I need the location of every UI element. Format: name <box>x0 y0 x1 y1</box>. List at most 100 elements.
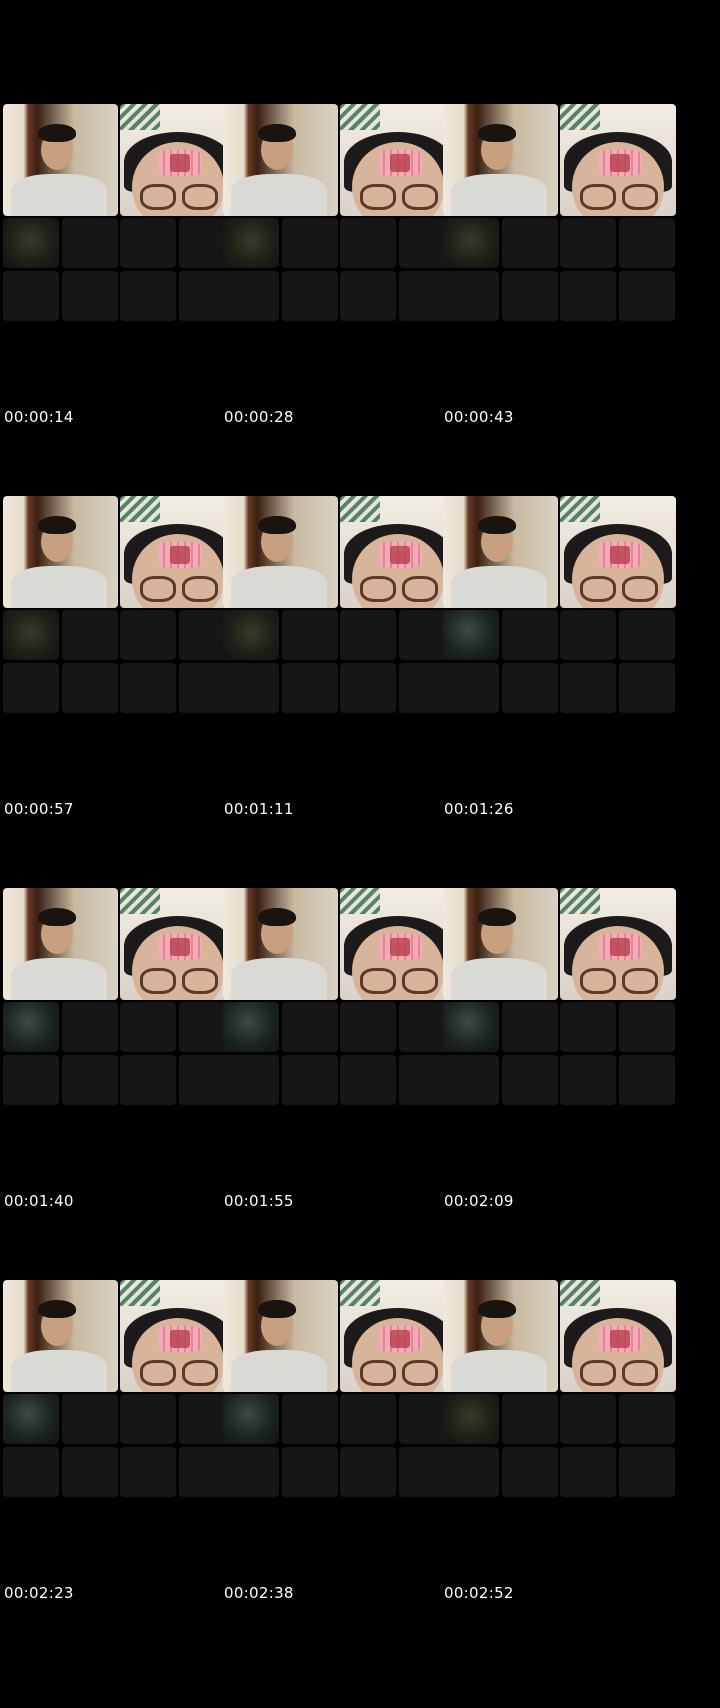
empty-participant-slot <box>223 1055 279 1105</box>
participant-video-tile <box>3 496 118 608</box>
participant-thumbnail <box>443 218 499 268</box>
empty-participant-slot <box>61 1394 118 1444</box>
empty-participant-slot <box>501 663 558 713</box>
empty-participant-slot <box>560 1394 616 1444</box>
frame-cell: 00:01:55 <box>220 784 456 1211</box>
empty-participant-slot <box>281 1447 338 1497</box>
video-call-grid <box>3 1280 236 1498</box>
empty-participant-slot <box>120 271 176 321</box>
empty-participant-slot <box>3 271 59 321</box>
participant-video-tile <box>340 888 456 1000</box>
face-filter-icon <box>598 934 642 960</box>
empty-participant-slot <box>340 1447 396 1497</box>
participant-video-tile <box>3 888 118 1000</box>
empty-participant-slot <box>120 1055 176 1105</box>
participant-video-tile <box>223 104 338 216</box>
frame-cell: 00:01:11 <box>220 392 456 819</box>
participant-thumbnail <box>3 1394 59 1444</box>
video-call-grid <box>223 496 456 714</box>
empty-participant-slot <box>443 1055 499 1105</box>
empty-participant-slot <box>61 1002 118 1052</box>
empty-participant-slot <box>501 610 558 660</box>
empty-participant-slot <box>443 271 499 321</box>
empty-participant-slot <box>223 663 279 713</box>
participant-thumbnail <box>443 610 499 660</box>
empty-participant-slot <box>443 663 499 713</box>
empty-participant-slot <box>560 271 616 321</box>
empty-participant-slot <box>120 1447 176 1497</box>
participant-thumbnail <box>223 1394 279 1444</box>
participant-video-tile <box>223 1280 338 1392</box>
video-call-grid <box>443 1280 676 1498</box>
participant-video-tile <box>443 496 558 608</box>
empty-participant-slot <box>281 218 338 268</box>
empty-participant-slot <box>340 610 396 660</box>
empty-participant-slot <box>501 1002 558 1052</box>
frame-timestamp: 00:02:23 <box>4 1584 74 1602</box>
empty-participant-slot <box>120 218 176 268</box>
empty-participant-slot <box>443 1447 499 1497</box>
video-call-grid <box>3 104 236 322</box>
video-call-grid <box>3 496 236 714</box>
empty-participant-slot <box>120 1394 176 1444</box>
frame-cell: 00:02:23 <box>0 1176 236 1603</box>
empty-participant-slot <box>501 1055 558 1105</box>
empty-participant-slot <box>61 218 118 268</box>
video-call-grid <box>443 496 676 714</box>
frame-timestamp: 00:02:52 <box>444 1584 514 1602</box>
empty-participant-slot <box>281 271 338 321</box>
participant-thumbnail <box>3 610 59 660</box>
participant-thumbnail <box>223 610 279 660</box>
empty-participant-slot <box>618 663 675 713</box>
participant-video-tile <box>340 1280 456 1392</box>
empty-participant-slot <box>281 1055 338 1105</box>
face-filter-icon <box>158 542 202 568</box>
empty-participant-slot <box>560 663 616 713</box>
participant-video-tile <box>443 888 558 1000</box>
frame-timestamp: 00:02:38 <box>224 1584 294 1602</box>
empty-participant-slot <box>501 1394 558 1444</box>
participant-thumbnail <box>443 1002 499 1052</box>
empty-participant-slot <box>340 1055 396 1105</box>
empty-participant-slot <box>281 1394 338 1444</box>
participant-video-tile <box>3 1280 118 1392</box>
empty-participant-slot <box>120 610 176 660</box>
frame-cell: 00:01:26 <box>440 392 676 819</box>
empty-participant-slot <box>618 1002 675 1052</box>
empty-participant-slot <box>281 1002 338 1052</box>
participant-video-tile <box>560 496 676 608</box>
participant-video-tile <box>560 1280 676 1392</box>
participant-video-tile <box>120 104 236 216</box>
empty-participant-slot <box>3 663 59 713</box>
empty-participant-slot <box>618 610 675 660</box>
empty-participant-slot <box>560 610 616 660</box>
video-call-grid <box>443 888 676 1106</box>
face-filter-icon <box>378 1326 422 1352</box>
participant-video-tile <box>560 888 676 1000</box>
empty-participant-slot <box>340 271 396 321</box>
frame-cell: 00:01:40 <box>0 784 236 1211</box>
frame-cell: 00:00:28 <box>220 0 456 427</box>
participant-thumbnail <box>223 1002 279 1052</box>
participant-thumbnail <box>3 218 59 268</box>
empty-participant-slot <box>560 218 616 268</box>
empty-participant-slot <box>61 271 118 321</box>
participant-video-tile <box>443 104 558 216</box>
participant-video-tile <box>223 496 338 608</box>
empty-participant-slot <box>281 610 338 660</box>
empty-participant-slot <box>560 1055 616 1105</box>
frame-cell: 00:00:14 <box>0 0 236 427</box>
contact-sheet: { "frames": [ {"timestamp": "00:00:14", … <box>0 0 720 1708</box>
empty-participant-slot <box>618 1394 675 1444</box>
video-call-grid <box>223 104 456 322</box>
empty-participant-slot <box>61 1055 118 1105</box>
face-filter-icon <box>598 1326 642 1352</box>
participant-thumbnail <box>443 1394 499 1444</box>
participant-thumbnail <box>3 1002 59 1052</box>
participant-video-tile <box>120 496 236 608</box>
empty-participant-slot <box>3 1447 59 1497</box>
frame-cell: 00:00:43 <box>440 0 676 427</box>
frame-cell: 00:00:57 <box>0 392 236 819</box>
participant-video-tile <box>3 104 118 216</box>
face-filter-icon <box>158 934 202 960</box>
